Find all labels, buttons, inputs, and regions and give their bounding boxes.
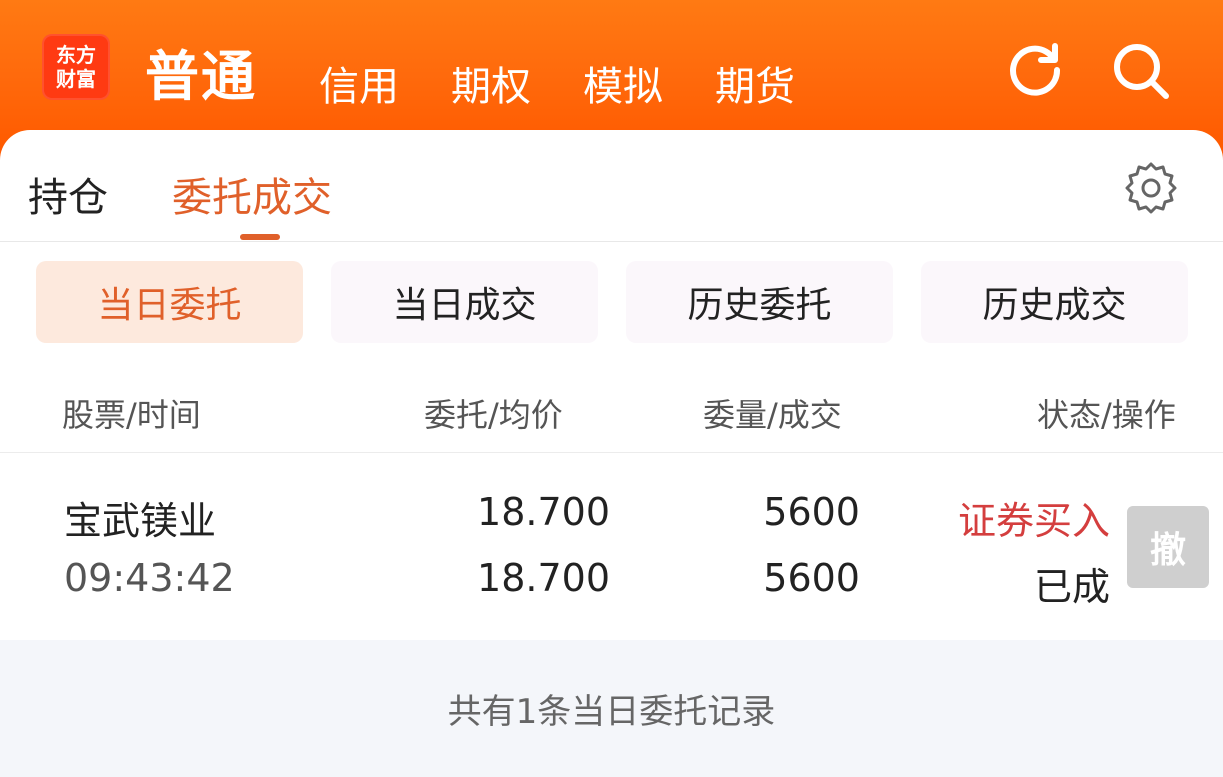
tab-divider <box>0 241 1223 242</box>
tab-simulation[interactable]: 模拟 <box>583 54 663 112</box>
column-header-stock-time: 股票/时间 <box>62 396 201 434</box>
record-count-footer: 共有1条当日委托记录 <box>0 640 1223 777</box>
order-action: 证券买入 <box>957 499 1110 543</box>
tab-credit[interactable]: 信用 <box>319 54 399 112</box>
logo-line-2: 财富 <box>56 67 96 91</box>
filter-today-orders[interactable]: 当日委托 <box>36 261 303 343</box>
orders-panel: 持仓 委托成交 当日委托 当日成交 历史委托 历史成交 股票/时间 委托/均价 … <box>0 130 1223 777</box>
header-divider <box>0 452 1223 453</box>
order-price: 18.700 <box>477 490 610 534</box>
active-tab-indicator <box>240 234 280 240</box>
column-header-status: 状态/操作 <box>1037 396 1176 434</box>
deal-quantity: 5600 <box>763 556 860 600</box>
logo-line-1: 东方 <box>56 43 96 67</box>
tab-holdings[interactable]: 持仓 <box>28 165 108 223</box>
top-header: 东方 财富 普通 信用 期权 模拟 期货 <box>0 0 1223 150</box>
stock-name: 宝武镁业 <box>64 499 217 543</box>
filter-today-trades[interactable]: 当日成交 <box>331 261 598 343</box>
search-icon[interactable] <box>1110 40 1170 100</box>
cancel-order-button[interactable]: 撤 <box>1127 506 1209 588</box>
column-header-quantity: 委量/成交 <box>703 396 842 434</box>
gear-icon[interactable] <box>1123 160 1179 216</box>
order-status: 已成 <box>1033 565 1110 609</box>
tab-futures[interactable]: 期货 <box>715 54 795 112</box>
avg-price: 18.700 <box>477 556 610 600</box>
order-time: 09:43:42 <box>64 556 235 600</box>
column-header-price: 委托/均价 <box>424 396 563 434</box>
refresh-icon[interactable] <box>1005 40 1065 100</box>
app-logo[interactable]: 东方 财富 <box>42 34 110 100</box>
order-quantity: 5600 <box>763 490 860 534</box>
tab-normal[interactable]: 普通 <box>145 32 257 111</box>
record-count-text: 共有1条当日委托记录 <box>447 692 776 732</box>
tab-options[interactable]: 期权 <box>451 54 531 112</box>
filter-history-trades[interactable]: 历史成交 <box>921 261 1188 343</box>
filter-history-orders[interactable]: 历史委托 <box>626 261 893 343</box>
tab-orders-trades[interactable]: 委托成交 <box>172 165 332 223</box>
